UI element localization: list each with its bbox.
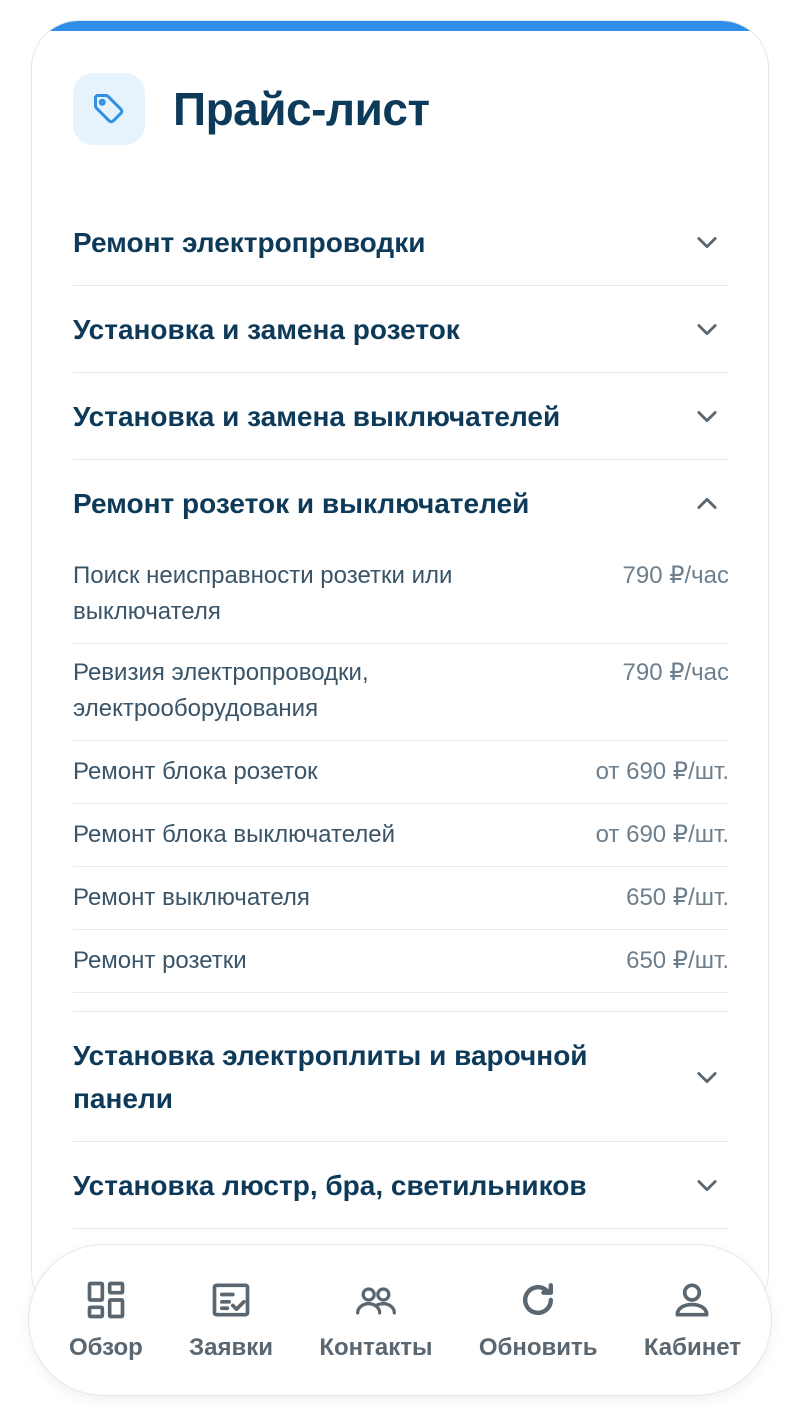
chevron-down-icon <box>697 411 717 423</box>
price-item-name: Ремонт блока розеток <box>73 758 318 785</box>
user-icon <box>675 1283 709 1317</box>
page-title: Прайс-лист <box>173 83 430 135</box>
price-sections: Ремонт электропроводки Установка и замен… <box>73 199 729 1229</box>
card-header: Прайс-лист <box>73 73 430 145</box>
price-item-name: Поиск неисправности розетки или выключат… <box>73 562 453 625</box>
section-header-wiring-repair[interactable]: Ремонт электропроводки <box>73 199 729 286</box>
section-wiring-repair: Ремонт электропроводки <box>73 199 729 286</box>
section-socket-install: Установка и замена розеток <box>73 286 729 373</box>
section-switch-install: Установка и замена выключателей <box>73 373 729 460</box>
price-item: Ревизия электропроводки, электрооборудов… <box>73 644 729 741</box>
nav-item-refresh[interactable]: Обновить <box>479 1278 598 1362</box>
nav-label: Контакты <box>319 1334 433 1361</box>
nav-label: Обзор <box>69 1334 143 1361</box>
price-item-price: от 690 ₽/шт. <box>595 758 729 785</box>
grid-icon <box>87 1281 125 1319</box>
section-title: Установка и замена выключателей <box>73 400 561 432</box>
section-stove-install: Установка электроплиты и варочной панели <box>73 1012 729 1142</box>
nav-label: Обновить <box>478 1334 598 1361</box>
section-header-socket-switch-repair[interactable]: Ремонт розеток и выключателей <box>73 460 729 547</box>
people-icon <box>355 1287 396 1315</box>
chevron-down-icon <box>697 1071 717 1083</box>
price-item-name: Ремонт выключателя <box>73 884 310 911</box>
chevron-down-icon <box>697 1180 717 1192</box>
section-title: Ремонт розеток и выключателей <box>73 488 530 519</box>
price-tag-icon <box>94 94 124 124</box>
nav-item-overview[interactable]: Обзор <box>69 1278 143 1362</box>
nav-item-requests[interactable]: Заявки <box>189 1278 273 1362</box>
chevron-down-icon <box>697 237 717 249</box>
price-item-price: 650 ₽/шт. <box>626 884 729 911</box>
price-item: Поиск неисправности розетки или выключат… <box>73 547 729 644</box>
section-header-switch-install[interactable]: Установка и замена выключателей <box>73 373 729 460</box>
price-item: Ремонт розетки 650 ₽/шт. <box>73 930 729 993</box>
price-tag-badge <box>73 73 145 145</box>
section-socket-switch-repair: Ремонт розеток и выключателей Поиск неис… <box>73 460 729 1012</box>
price-items: Поиск неисправности розетки или выключат… <box>73 547 729 1012</box>
section-title: Установка и замена розеток <box>73 313 460 345</box>
section-header-socket-install[interactable]: Установка и замена розеток <box>73 286 729 373</box>
section-header-stove-install[interactable]: Установка электроплиты и варочной панели <box>73 1012 729 1142</box>
price-item: Ремонт блока выключателей от 690 ₽/шт. <box>73 804 729 867</box>
nav-label: Кабинет <box>643 1334 741 1361</box>
bottom-nav: Обзор Заявки Контакты Обновить Кабинет <box>28 1244 772 1396</box>
card-accent-bar <box>32 21 768 31</box>
price-list-card: Прайс-лист Ремонт электропроводки Устано… <box>31 20 769 1320</box>
nav-item-contacts[interactable]: Контакты <box>319 1278 433 1362</box>
price-item-name: Ремонт блока выключателей <box>73 821 395 848</box>
price-item-price: 790 ₽/час <box>622 659 730 686</box>
section-title: Ремонт электропроводки <box>73 226 426 258</box>
price-item-price: от 690 ₽/шт. <box>595 821 729 848</box>
section-lighting-install: Установка люстр, бра, светильников <box>73 1142 729 1229</box>
price-item-name: Ремонт розетки <box>73 947 247 974</box>
nav-label: Заявки <box>189 1334 274 1361</box>
section-title: Установка электроплиты и варочной панели <box>73 1039 588 1114</box>
nav-item-cabinet[interactable]: Кабинет <box>644 1278 741 1362</box>
price-item: Ремонт блока розеток от 690 ₽/шт. <box>73 741 729 804</box>
checklist-icon <box>212 1283 250 1317</box>
price-item-price: 650 ₽/шт. <box>626 947 729 974</box>
section-title: Установка люстр, бра, светильников <box>73 1169 587 1201</box>
price-item: Ремонт выключателя 650 ₽/шт. <box>73 867 729 930</box>
refresh-icon <box>523 1283 554 1316</box>
price-item-name: Ревизия электропроводки, электрооборудов… <box>73 659 369 722</box>
section-header-lighting-install[interactable]: Установка люстр, бра, светильников <box>73 1142 729 1229</box>
chevron-up-icon <box>697 497 717 509</box>
price-item-price: 790 ₽/час <box>622 562 730 589</box>
chevron-down-icon <box>697 324 717 336</box>
